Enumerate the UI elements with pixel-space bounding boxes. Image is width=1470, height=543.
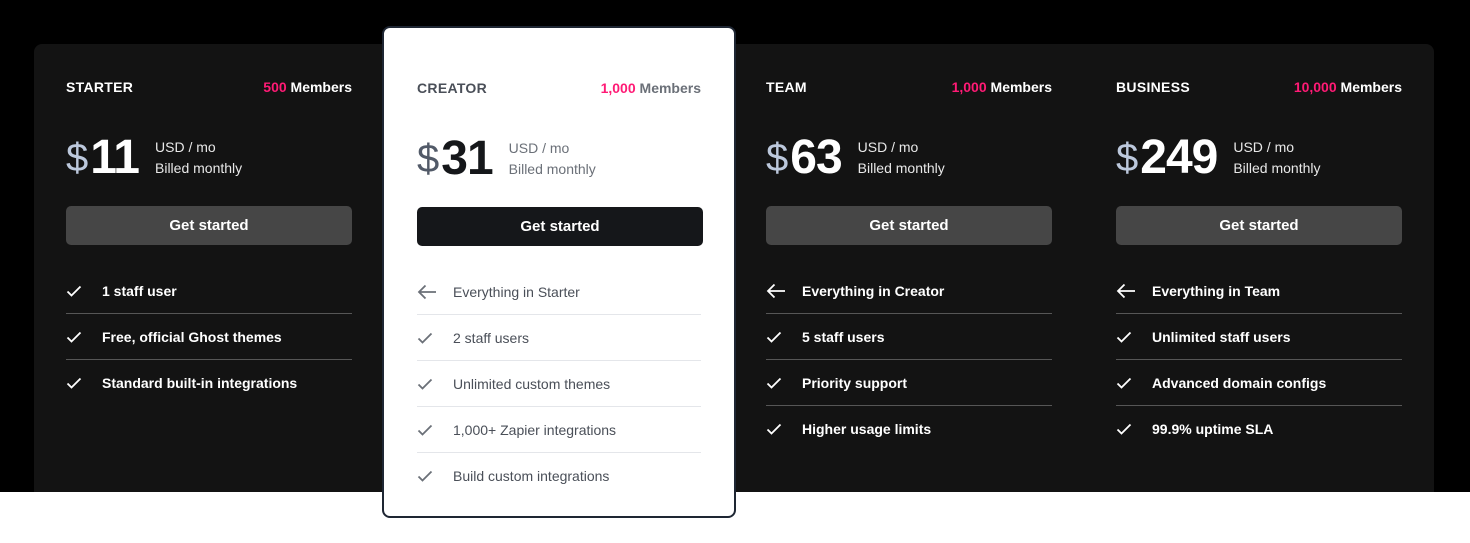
price-row: $ 11 USD / mo Billed monthly: [66, 130, 352, 186]
feature-item: Advanced domain configs: [1116, 359, 1402, 405]
feature-text: Unlimited staff users: [1152, 328, 1291, 345]
feature-text: 1,000+ Zapier integrations: [453, 421, 617, 438]
plan-members: 1,000 Members: [601, 80, 701, 96]
check-icon: [417, 332, 453, 344]
pricing-section: STARTER 500 Members $ 11 USD / mo Billed…: [0, 0, 1470, 543]
billing-cycle: Billed monthly: [155, 160, 243, 176]
get-started-button[interactable]: Get started: [766, 206, 1052, 245]
feature-text: Standard built-in integrations: [102, 374, 298, 391]
check-icon: [1116, 377, 1152, 389]
check-icon: [1116, 331, 1152, 343]
price-period: USD / mo: [155, 139, 216, 155]
feature-text: Higher usage limits: [802, 420, 932, 437]
check-icon: [417, 378, 453, 390]
feature-item: 99.9% uptime SLA: [1116, 405, 1402, 451]
feature-item: Priority support: [766, 359, 1052, 405]
check-icon: [66, 331, 102, 343]
feature-list: Everything in Creator 5 staff users Prio…: [766, 269, 1052, 451]
feature-text: Everything in Starter: [453, 284, 580, 300]
price-period: USD / mo: [508, 140, 570, 156]
feature-item: 1 staff user: [66, 269, 352, 313]
plan-name: CREATOR: [417, 80, 488, 96]
billing-cycle: Billed monthly: [508, 161, 596, 177]
feature-item: Free, official Ghost themes: [66, 313, 352, 359]
members-count: 500: [263, 79, 287, 95]
check-icon: [417, 470, 453, 482]
check-icon: [417, 424, 453, 436]
feature-text: Unlimited custom themes: [453, 375, 611, 392]
plan-card-team: TEAM 1,000 Members $ 63 USD / mo Billed …: [734, 44, 1084, 492]
arrow-left-icon: [417, 284, 453, 300]
feature-item: Higher usage limits: [766, 405, 1052, 451]
members-count: 10,000: [1293, 79, 1337, 95]
currency-symbol: $: [417, 137, 440, 181]
feature-item: Everything in Team: [1116, 269, 1402, 313]
feature-item: Unlimited custom themes: [417, 360, 701, 406]
arrow-left-icon: [766, 283, 802, 299]
currency-symbol: $: [66, 136, 89, 180]
check-icon: [766, 423, 802, 435]
plan-card-business: BUSINESS 10,000 Members $ 249 USD / mo B…: [1084, 44, 1434, 492]
get-started-button[interactable]: Get started: [66, 206, 352, 245]
arrow-left-icon: [1116, 283, 1152, 299]
currency-symbol: $: [766, 136, 789, 180]
feature-text: Everything in Team: [1152, 283, 1281, 299]
plan-members: 500 Members: [263, 79, 352, 95]
billing-cycle: Billed monthly: [1233, 160, 1321, 176]
check-icon: [766, 331, 802, 343]
price-amount: 249: [1140, 131, 1218, 184]
feature-text: Build custom integrations: [453, 467, 610, 484]
plan-name: BUSINESS: [1116, 79, 1190, 95]
check-icon: [1116, 423, 1152, 435]
get-started-button[interactable]: Get started: [417, 207, 703, 246]
check-icon: [66, 377, 102, 389]
price-period: USD / mo: [857, 139, 919, 155]
plan-card-starter: STARTER 500 Members $ 11 USD / mo Billed…: [34, 44, 384, 492]
feature-text: Advanced domain configs: [1152, 374, 1327, 391]
feature-item: Unlimited staff users: [1116, 313, 1402, 359]
feature-text: Free, official Ghost themes: [102, 328, 282, 345]
check-icon: [66, 285, 102, 297]
feature-text: Everything in Creator: [802, 283, 945, 299]
feature-item: 2 staff users: [417, 314, 701, 360]
members-label: Members: [1340, 79, 1402, 95]
feature-item: Everything in Starter: [417, 270, 701, 314]
check-icon: [766, 377, 802, 389]
feature-item: 1,000+ Zapier integrations: [417, 406, 701, 452]
plan-members: 10,000 Members: [1294, 79, 1402, 95]
price-row: $ 63 USD / mo Billed monthly: [766, 130, 1052, 186]
price-period: USD / mo: [1233, 139, 1295, 155]
feature-list: Everything in Team Unlimited staff users…: [1116, 269, 1402, 451]
feature-item: Everything in Creator: [766, 269, 1052, 313]
members-label: Members: [639, 80, 701, 96]
price-row: $ 31 USD / mo Billed monthly: [417, 131, 701, 187]
plan-members: 1,000 Members: [952, 79, 1052, 95]
feature-list: 1 staff user Free, official Ghost themes…: [66, 269, 352, 405]
feature-text: 1 staff user: [102, 283, 177, 299]
feature-text: 5 staff users: [802, 328, 885, 345]
members-label: Members: [290, 79, 352, 95]
feature-text: Priority support: [802, 374, 908, 391]
get-started-button[interactable]: Get started: [1116, 206, 1402, 245]
price-row: $ 249 USD / mo Billed monthly: [1116, 130, 1402, 186]
feature-item: 5 staff users: [766, 313, 1052, 359]
feature-text: 99.9% uptime SLA: [1152, 420, 1274, 437]
feature-item: Standard built-in integrations: [66, 359, 352, 405]
plan-name: TEAM: [766, 79, 807, 95]
plan-name: STARTER: [66, 79, 134, 95]
plan-card-creator: CREATOR 1,000 Members $ 31 USD / mo Bill…: [382, 26, 736, 518]
price-amount: 31: [441, 132, 493, 185]
feature-text: 2 staff users: [453, 329, 530, 346]
price-amount: 11: [90, 131, 140, 184]
feature-list: Everything in Starter 2 staff users Unli…: [417, 270, 701, 498]
members-label: Members: [990, 79, 1052, 95]
price-amount: 63: [790, 131, 842, 184]
members-count: 1,000: [951, 79, 987, 95]
feature-item: Build custom integrations: [417, 452, 701, 498]
currency-symbol: $: [1116, 136, 1139, 180]
members-count: 1,000: [600, 80, 636, 96]
billing-cycle: Billed monthly: [857, 160, 945, 176]
